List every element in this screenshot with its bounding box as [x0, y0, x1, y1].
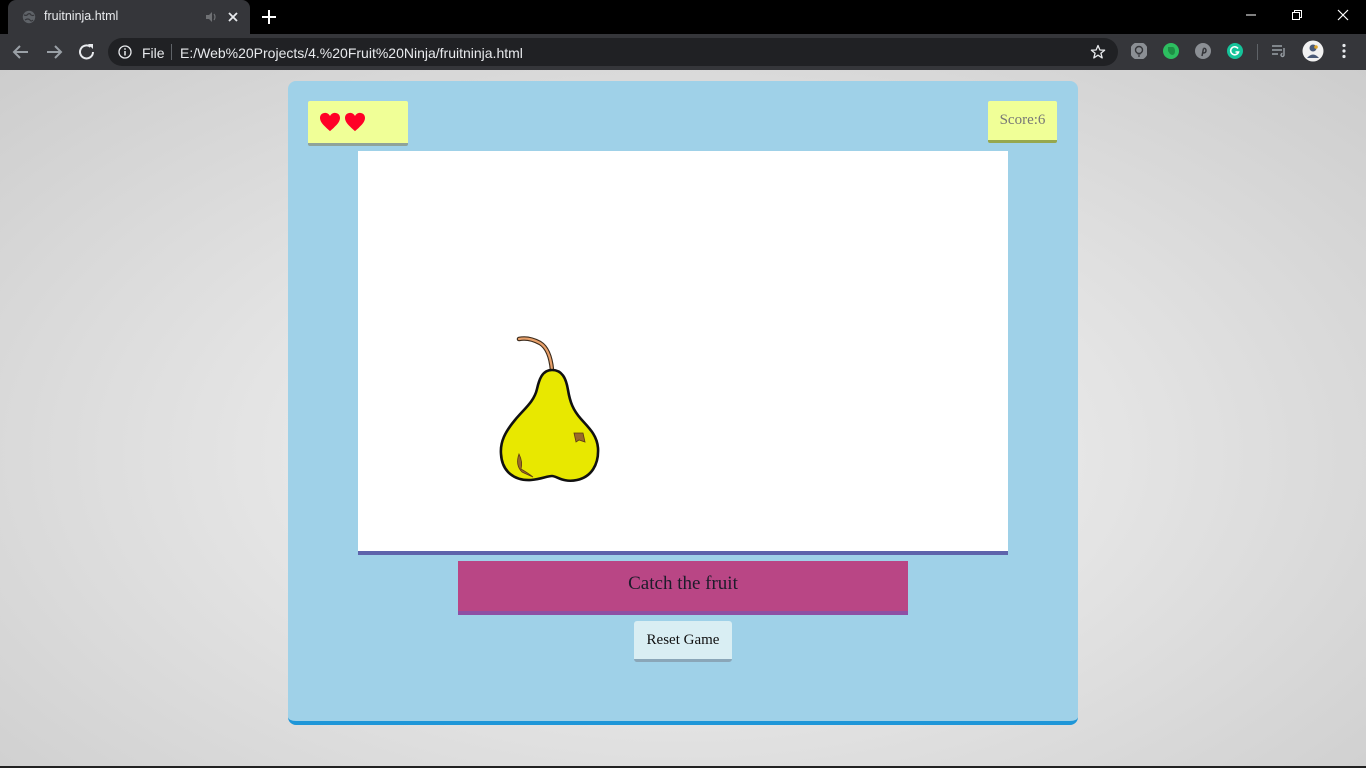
close-tab-icon[interactable] — [224, 8, 242, 26]
page-viewport: Score:6 Catch the fruit Reset Game — [0, 70, 1366, 768]
url-text[interactable]: E:/Web%20Projects/4.%20Fruit%20Ninja/fru… — [180, 45, 523, 61]
heart-icon — [320, 112, 340, 132]
media-queue-icon[interactable] — [1270, 42, 1288, 60]
bookmark-star-icon[interactable] — [1090, 44, 1106, 60]
lightbulb-extension-icon[interactable] — [1130, 42, 1148, 60]
divider — [171, 44, 172, 60]
divider — [1257, 44, 1258, 60]
game-area[interactable] — [358, 151, 1008, 555]
new-tab-icon[interactable] — [258, 6, 280, 28]
forward-arrow-icon[interactable] — [42, 41, 66, 63]
info-icon[interactable] — [118, 45, 132, 59]
lives-panel — [308, 101, 408, 146]
reload-icon[interactable] — [75, 41, 99, 63]
browser-toolbar: File E:/Web%20Projects/4.%20Fruit%20Ninj… — [0, 34, 1366, 70]
url-scheme: File — [142, 45, 165, 61]
speaker-icon[interactable] — [204, 10, 218, 24]
menu-kebab-icon[interactable] — [1335, 42, 1353, 60]
minimize-button[interactable] — [1228, 0, 1274, 30]
reset-game-button[interactable]: Reset Game — [634, 621, 732, 662]
globe-icon — [22, 10, 36, 24]
address-bar[interactable]: File E:/Web%20Projects/4.%20Fruit%20Ninj… — [108, 38, 1118, 66]
browser-tab[interactable]: fruitninja.html — [8, 0, 250, 34]
tab-strip: fruitninja.html — [0, 0, 1366, 34]
close-window-button[interactable] — [1320, 0, 1366, 30]
tab-title: fruitninja.html — [44, 9, 119, 23]
evernote-icon[interactable] — [1162, 42, 1180, 60]
grammarly-icon[interactable] — [1226, 42, 1244, 60]
pear-icon[interactable] — [498, 336, 602, 486]
minimize-icon — [1246, 14, 1256, 16]
instruction-banner: Catch the fruit — [458, 561, 908, 615]
back-arrow-icon[interactable] — [9, 41, 33, 63]
game-container: Score:6 Catch the fruit Reset Game — [288, 81, 1078, 725]
close-icon — [1337, 9, 1349, 21]
restore-icon — [1292, 10, 1302, 20]
heart-icon — [345, 112, 365, 132]
pinterest-icon[interactable] — [1194, 42, 1212, 60]
score-display: Score:6 — [988, 101, 1057, 143]
restore-button[interactable] — [1274, 0, 1320, 30]
profile-avatar-icon[interactable] — [1302, 40, 1324, 62]
